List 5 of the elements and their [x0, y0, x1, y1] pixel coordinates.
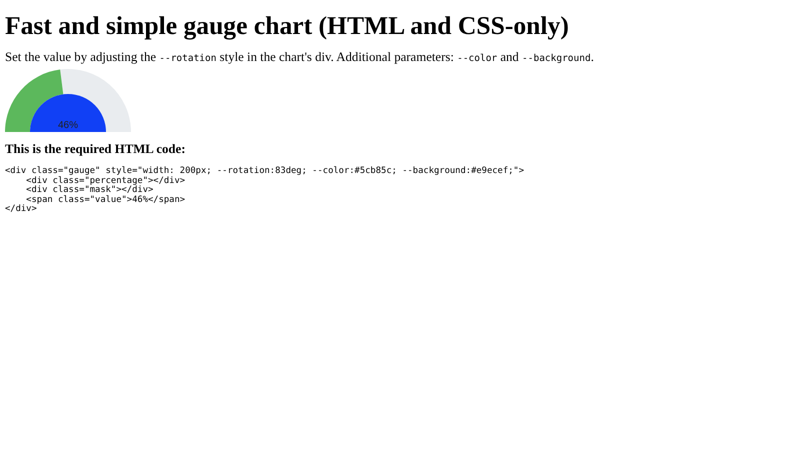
gauge-value: 46%	[58, 120, 78, 132]
code-text: <div class="gauge" style="width: 200px; --rotation:83deg; --color:#5cb85c; --background:#e9ecef;"> <div class="percentage"></div> <div class="mask"></div> <span class="value">46%</span> </div>	[5, 167, 526, 214]
description-text: Set the value by adjusting the --rotation style in the chart's div. Additional parameters: --color and --background.	[5, 49, 595, 66]
code-heading: This is the required HTML code:	[5, 141, 186, 157]
page-title: Fast and simple gauge chart (HTML and CSS-only)	[5, 11, 570, 41]
